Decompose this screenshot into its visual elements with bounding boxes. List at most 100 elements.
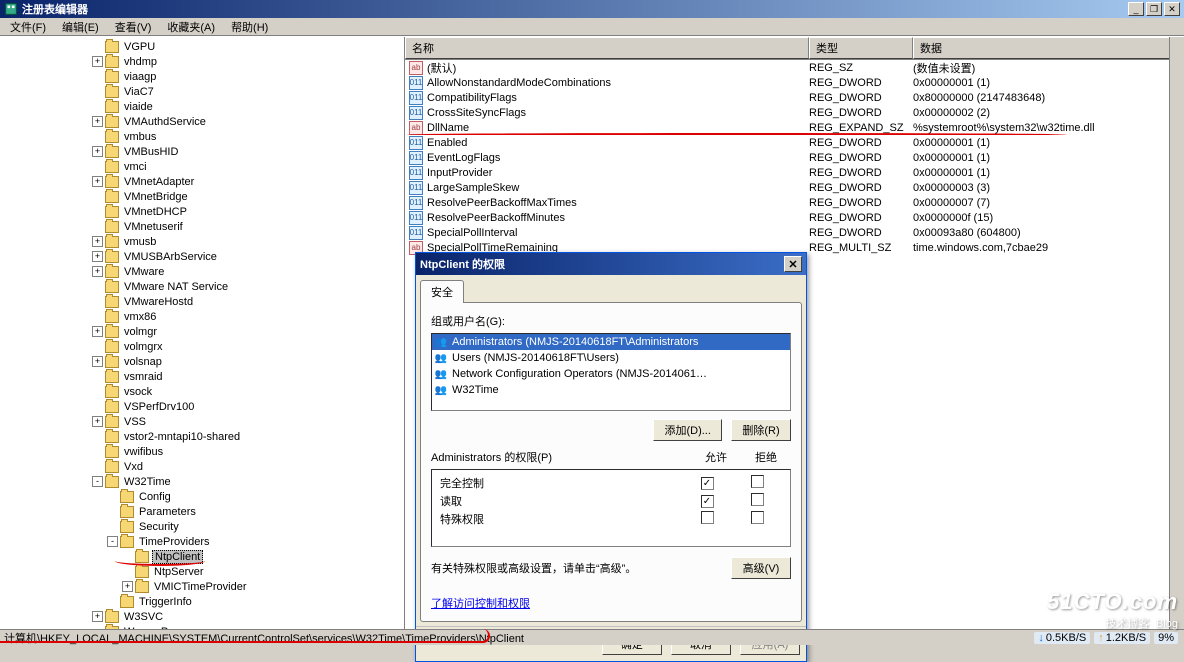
deny-checkbox[interactable] bbox=[751, 511, 764, 524]
tree-item[interactable]: viaagp bbox=[2, 69, 404, 84]
user-row[interactable]: 👥Users (NMJS-20140618FT\Users) bbox=[432, 350, 790, 366]
menu-view[interactable]: 查看(V) bbox=[107, 17, 160, 37]
tree-item[interactable]: vmx86 bbox=[2, 309, 404, 324]
expand-toggle[interactable]: - bbox=[92, 476, 103, 487]
list-row[interactable]: 011AllowNonstandardModeCombinationsREG_D… bbox=[405, 75, 1184, 90]
expand-toggle[interactable]: + bbox=[92, 611, 103, 622]
advanced-button[interactable]: 高级(V) bbox=[731, 557, 791, 579]
tree-item[interactable]: VMnetDHCP bbox=[2, 204, 404, 219]
tree-item[interactable]: +VMICTimeProvider bbox=[2, 579, 404, 594]
tree-item[interactable]: VSPerfDrv100 bbox=[2, 399, 404, 414]
remove-button[interactable]: 删除(R) bbox=[731, 419, 791, 441]
tree-item[interactable]: vwifibus bbox=[2, 444, 404, 459]
add-button[interactable]: 添加(D)... bbox=[653, 419, 721, 441]
expand-toggle[interactable]: + bbox=[92, 56, 103, 67]
menu-file[interactable]: 文件(F) bbox=[2, 17, 54, 37]
tree-pane[interactable]: VGPU+vhdmpviaagpViaC7viaide+VMAuthdServi… bbox=[0, 37, 405, 629]
vertical-scrollbar[interactable] bbox=[1169, 37, 1184, 629]
tree-item[interactable]: vsmraid bbox=[2, 369, 404, 384]
tree-item[interactable]: +VSS bbox=[2, 414, 404, 429]
menu-help[interactable]: 帮助(H) bbox=[223, 17, 276, 37]
col-header-name[interactable]: 名称 bbox=[405, 37, 809, 59]
tree-item[interactable]: +VMnetAdapter bbox=[2, 174, 404, 189]
tree-item[interactable]: Parameters bbox=[2, 504, 404, 519]
user-row[interactable]: 👥W32Time bbox=[432, 382, 790, 398]
tree-item[interactable]: viaide bbox=[2, 99, 404, 114]
allow-checkbox[interactable] bbox=[701, 511, 714, 524]
tree-item[interactable]: +vmusb bbox=[2, 234, 404, 249]
learn-link[interactable]: 了解访问控制和权限 bbox=[431, 595, 530, 611]
list-row[interactable]: 011LargeSampleSkewREG_DWORD0x00000003 (3… bbox=[405, 180, 1184, 195]
tree-item[interactable]: VMwareHostd bbox=[2, 294, 404, 309]
user-list[interactable]: 👥Administrators (NMJS-20140618FT\Adminis… bbox=[431, 333, 791, 411]
tree-item[interactable]: Vxd bbox=[2, 459, 404, 474]
tree-item[interactable]: vstor2-mntapi10-shared bbox=[2, 429, 404, 444]
list-row[interactable]: 011SpecialPollIntervalREG_DWORD0x00093a8… bbox=[405, 225, 1184, 240]
maximize-button[interactable]: ❐ bbox=[1146, 2, 1162, 16]
list-row[interactable]: 011ResolvePeerBackoffMinutesREG_DWORD0x0… bbox=[405, 210, 1184, 225]
expand-toggle[interactable]: + bbox=[92, 116, 103, 127]
tree-item[interactable]: Config bbox=[2, 489, 404, 504]
deny-checkbox[interactable] bbox=[751, 493, 764, 506]
dialog-titlebar[interactable]: NtpClient 的权限 ✕ bbox=[416, 253, 806, 275]
tab-security[interactable]: 安全 bbox=[420, 280, 464, 303]
tree-item[interactable]: VMware NAT Service bbox=[2, 279, 404, 294]
col-header-data[interactable]: 数据 bbox=[913, 37, 1184, 59]
tree-item[interactable]: vmbus bbox=[2, 129, 404, 144]
dialog-close-button[interactable]: ✕ bbox=[784, 256, 802, 272]
tree-item[interactable]: VGPU bbox=[2, 39, 404, 54]
list-row[interactable]: 011ResolvePeerBackoffMaxTimesREG_DWORD0x… bbox=[405, 195, 1184, 210]
tree-item[interactable]: +W3SVC bbox=[2, 609, 404, 624]
tree-item[interactable]: +VMUSBArbService bbox=[2, 249, 404, 264]
tree-item[interactable]: VMnetuserif bbox=[2, 219, 404, 234]
tree-item[interactable]: NtpServer bbox=[2, 564, 404, 579]
tree-item[interactable]: + volmgr bbox=[2, 324, 404, 339]
allow-checkbox[interactable]: ✓ bbox=[701, 495, 714, 508]
expand-toggle[interactable]: + bbox=[92, 146, 103, 157]
user-row[interactable]: 👥Administrators (NMJS-20140618FT\Adminis… bbox=[432, 334, 790, 350]
tree-item[interactable]: ViaC7 bbox=[2, 84, 404, 99]
expand-toggle[interactable]: + bbox=[92, 176, 103, 187]
tree-item[interactable]: +VMBusHID bbox=[2, 144, 404, 159]
tree-item[interactable]: vsock bbox=[2, 384, 404, 399]
list-row[interactable]: ab(默认)REG_SZ(数值未设置) bbox=[405, 60, 1184, 75]
expand-toggle[interactable]: + bbox=[92, 326, 103, 337]
expand-toggle[interactable]: + bbox=[92, 236, 103, 247]
minimize-button[interactable]: _ bbox=[1128, 2, 1144, 16]
tree-item[interactable]: TriggerInfo bbox=[2, 594, 404, 609]
tree-item[interactable]: +VMAuthdService bbox=[2, 114, 404, 129]
col-header-type[interactable]: 类型 bbox=[809, 37, 913, 59]
tree-item[interactable]: NtpClient bbox=[2, 549, 404, 564]
tree-item[interactable]: +VMware bbox=[2, 264, 404, 279]
tree-item[interactable]: +volsnap bbox=[2, 354, 404, 369]
list-row[interactable]: 011EnabledREG_DWORD0x00000001 (1) bbox=[405, 135, 1184, 150]
allow-checkbox[interactable]: ✓ bbox=[701, 477, 714, 490]
expand-toggle[interactable]: + bbox=[92, 266, 103, 277]
expand-toggle[interactable]: - bbox=[107, 536, 118, 547]
tree-item[interactable]: vmci bbox=[2, 159, 404, 174]
list-row[interactable]: 011EventLogFlagsREG_DWORD0x00000001 (1) bbox=[405, 150, 1184, 165]
tree-item[interactable]: -TimeProviders bbox=[2, 534, 404, 549]
expand-toggle[interactable]: + bbox=[92, 251, 103, 262]
tree-item[interactable]: Security bbox=[2, 519, 404, 534]
folder-icon bbox=[105, 281, 119, 293]
tree-item[interactable]: volmgrx bbox=[2, 339, 404, 354]
menu-favorites[interactable]: 收藏夹(A) bbox=[159, 17, 223, 37]
menu-edit[interactable]: 编辑(E) bbox=[54, 17, 107, 37]
expand-toggle bbox=[92, 281, 103, 292]
close-button[interactable]: ✕ bbox=[1164, 2, 1180, 16]
expand-toggle[interactable]: + bbox=[122, 581, 133, 592]
value-type: REG_DWORD bbox=[809, 212, 913, 224]
list-row[interactable]: 011InputProviderREG_DWORD0x00000001 (1) bbox=[405, 165, 1184, 180]
tree-item[interactable]: -W32Time bbox=[2, 474, 404, 489]
user-row[interactable]: 👥Network Configuration Operators (NMJS-2… bbox=[432, 366, 790, 382]
expand-toggle[interactable]: + bbox=[92, 416, 103, 427]
expand-toggle[interactable]: + bbox=[92, 356, 103, 367]
tree-item[interactable]: +vhdmp bbox=[2, 54, 404, 69]
deny-checkbox[interactable] bbox=[751, 475, 764, 488]
list-row[interactable]: 011CrossSiteSyncFlagsREG_DWORD0x00000002… bbox=[405, 105, 1184, 120]
list-row[interactable]: abDllNameREG_EXPAND_SZ%systemroot%\syste… bbox=[405, 120, 1184, 135]
tree-item[interactable]: VMnetBridge bbox=[2, 189, 404, 204]
list-row[interactable]: 011CompatibilityFlagsREG_DWORD0x80000000… bbox=[405, 90, 1184, 105]
tree-label: volmgr bbox=[122, 326, 159, 338]
